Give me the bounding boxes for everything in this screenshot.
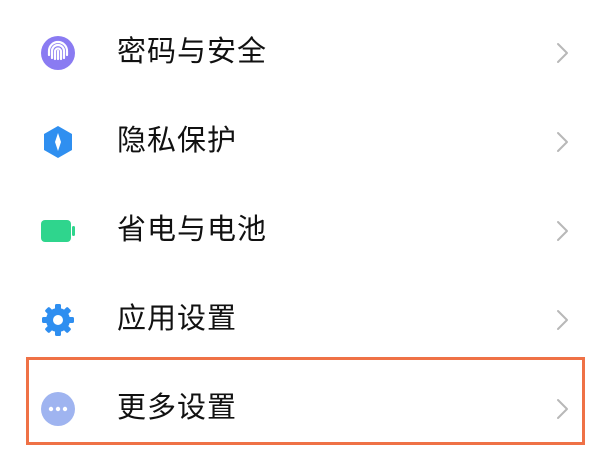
settings-item-label: 更多设置 <box>117 390 238 424</box>
battery-icon <box>40 213 76 249</box>
settings-item-label: 省电与电池 <box>117 212 268 246</box>
settings-item-label: 密码与安全 <box>117 34 268 68</box>
chevron-right-icon <box>553 41 573 65</box>
gear-icon <box>40 302 76 338</box>
chevron-right-icon <box>553 219 573 243</box>
settings-item-app-settings[interactable]: 应用设置 <box>0 275 600 361</box>
chevron-right-icon <box>553 130 573 154</box>
settings-item-label: 应用设置 <box>117 301 238 335</box>
settings-list: 密码与安全 隐私保护 省电与电池 应用设置 更多设置 <box>0 0 600 450</box>
settings-item-privacy[interactable]: 隐私保护 <box>0 97 600 183</box>
chevron-right-icon <box>553 397 573 421</box>
settings-item-password-security[interactable]: 密码与安全 <box>0 8 600 94</box>
settings-item-battery[interactable]: 省电与电池 <box>0 186 600 272</box>
fingerprint-icon <box>40 35 76 71</box>
settings-item-more-settings[interactable]: 更多设置 <box>0 364 600 450</box>
more-dots-icon <box>40 391 76 427</box>
privacy-shield-icon <box>40 124 76 160</box>
chevron-right-icon <box>553 308 573 332</box>
settings-item-label: 隐私保护 <box>117 123 238 157</box>
